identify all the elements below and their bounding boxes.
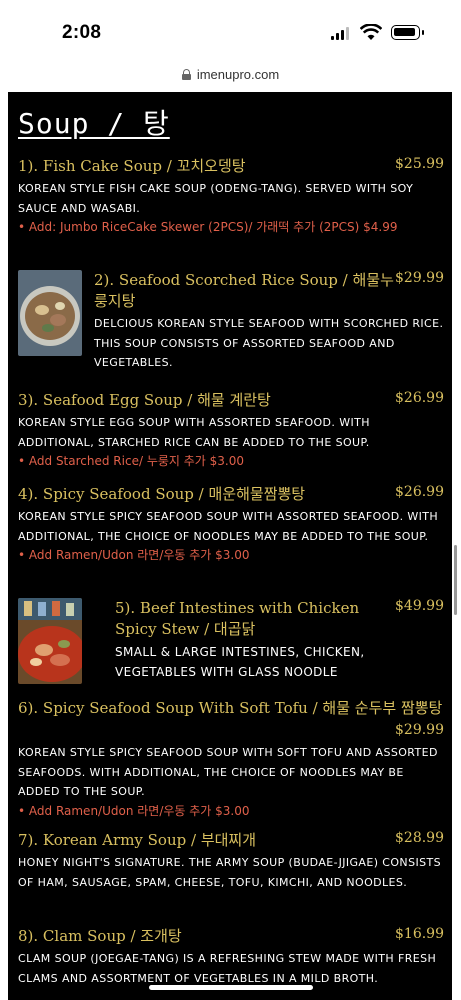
menu-panel[interactable]: Soup / 탕 1). Fish Cake Soup / 꼬치오뎅탕 $25.… <box>8 92 452 1000</box>
item-description: Korean style egg soup with assorted seaf… <box>18 416 370 449</box>
menu-item[interactable]: 2). Seafood Scorched Rice Soup / 해물누룽지탕 … <box>18 270 444 373</box>
item-price: $16.99 <box>395 926 444 942</box>
item-title: 2). Seafood Scorched Rice Soup / 해물누룽지탕 <box>94 271 394 310</box>
item-description: Small & large intestines, chicken, veget… <box>115 645 365 679</box>
address-bar[interactable]: imenupro.com <box>0 62 461 86</box>
scrollbar[interactable] <box>454 545 457 615</box>
menu-item[interactable]: 3). Seafood Egg Soup / 해물 계란탕 $26.99 Kor… <box>18 390 444 471</box>
item-addon: • Add Ramen/Udon 라면/우동 추가 $3.00 <box>18 548 250 562</box>
menu-item[interactable]: 8). Clam Soup / 조개탕 $16.99 Clam soup (jo… <box>18 926 444 988</box>
menu-item[interactable]: 5). Beef Intestines with Chicken Spicy S… <box>18 598 444 684</box>
item-title: 3). Seafood Egg Soup / 해물 계란탕 <box>18 391 271 409</box>
battery-icon <box>391 25 424 40</box>
menu-item[interactable]: 7). Korean Army Soup / 부대찌개 $28.99 Honey… <box>18 830 444 892</box>
item-description: Korean style fish cake soup (odeng-tang)… <box>18 182 414 215</box>
item-addon: • Add Starched Rice/ 누룽지 추가 $3.00 <box>18 454 244 468</box>
beef-intestines-stew-photo <box>18 598 82 684</box>
item-description: Clam soup (joegae-tang) is a refreshing … <box>18 952 437 985</box>
cellular-signal-icon <box>331 27 349 40</box>
status-bar: 2:08 <box>0 0 461 62</box>
item-addon: • Add: Jumbo RiceCake Skewer (2PCS)/ 가래떡… <box>18 220 398 234</box>
item-title: 4). Spicy Seafood Soup / 매운해물짬뽕탕 <box>18 485 306 503</box>
item-title: 8). Clam Soup / 조개탕 <box>18 927 182 945</box>
menu-item[interactable]: 4). Spicy Seafood Soup / 매운해물짬뽕탕 $26.99 … <box>18 484 444 565</box>
item-price: $26.99 <box>395 390 444 406</box>
wifi-icon <box>360 24 382 40</box>
clock: 2:08 <box>62 22 102 43</box>
menu-item[interactable]: 6). Spicy Seafood Soup With Soft Tofu / … <box>18 698 444 821</box>
item-price: $25.99 <box>395 156 444 172</box>
item-price: $29.99 <box>395 722 444 738</box>
url-text: imenupro.com <box>196 66 280 82</box>
item-description: Korean style spicy seafood soup with sof… <box>18 746 438 798</box>
section-title: Soup / 탕 <box>18 107 170 140</box>
item-addon: • Add Ramen/Udon 라면/우동 추가 $3.00 <box>18 803 250 818</box>
item-description: Honey Night's signature. The army soup (… <box>18 856 441 889</box>
item-title: 5). Beef Intestines with Chicken Spicy S… <box>115 599 360 638</box>
item-title: 7). Korean Army Soup / 부대찌개 <box>18 831 257 849</box>
item-price: $49.99 <box>395 598 444 614</box>
lock-icon <box>181 68 191 80</box>
item-title: 6). Spicy Seafood Soup With Soft Tofu / … <box>18 699 443 717</box>
item-description: Korean style spicy seafood soup with ass… <box>18 510 439 543</box>
item-price: $28.99 <box>395 830 444 846</box>
home-indicator[interactable] <box>149 985 313 990</box>
item-price: $26.99 <box>395 484 444 500</box>
item-price: $29.99 <box>395 270 444 286</box>
menu-item[interactable]: 1). Fish Cake Soup / 꼬치오뎅탕 $25.99 Korean… <box>18 156 444 237</box>
item-description: Delcious Korean style seafood with scorc… <box>94 317 444 369</box>
item-title: 1). Fish Cake Soup / 꼬치오뎅탕 <box>18 157 246 175</box>
seafood-scorched-rice-soup-photo <box>18 270 82 356</box>
